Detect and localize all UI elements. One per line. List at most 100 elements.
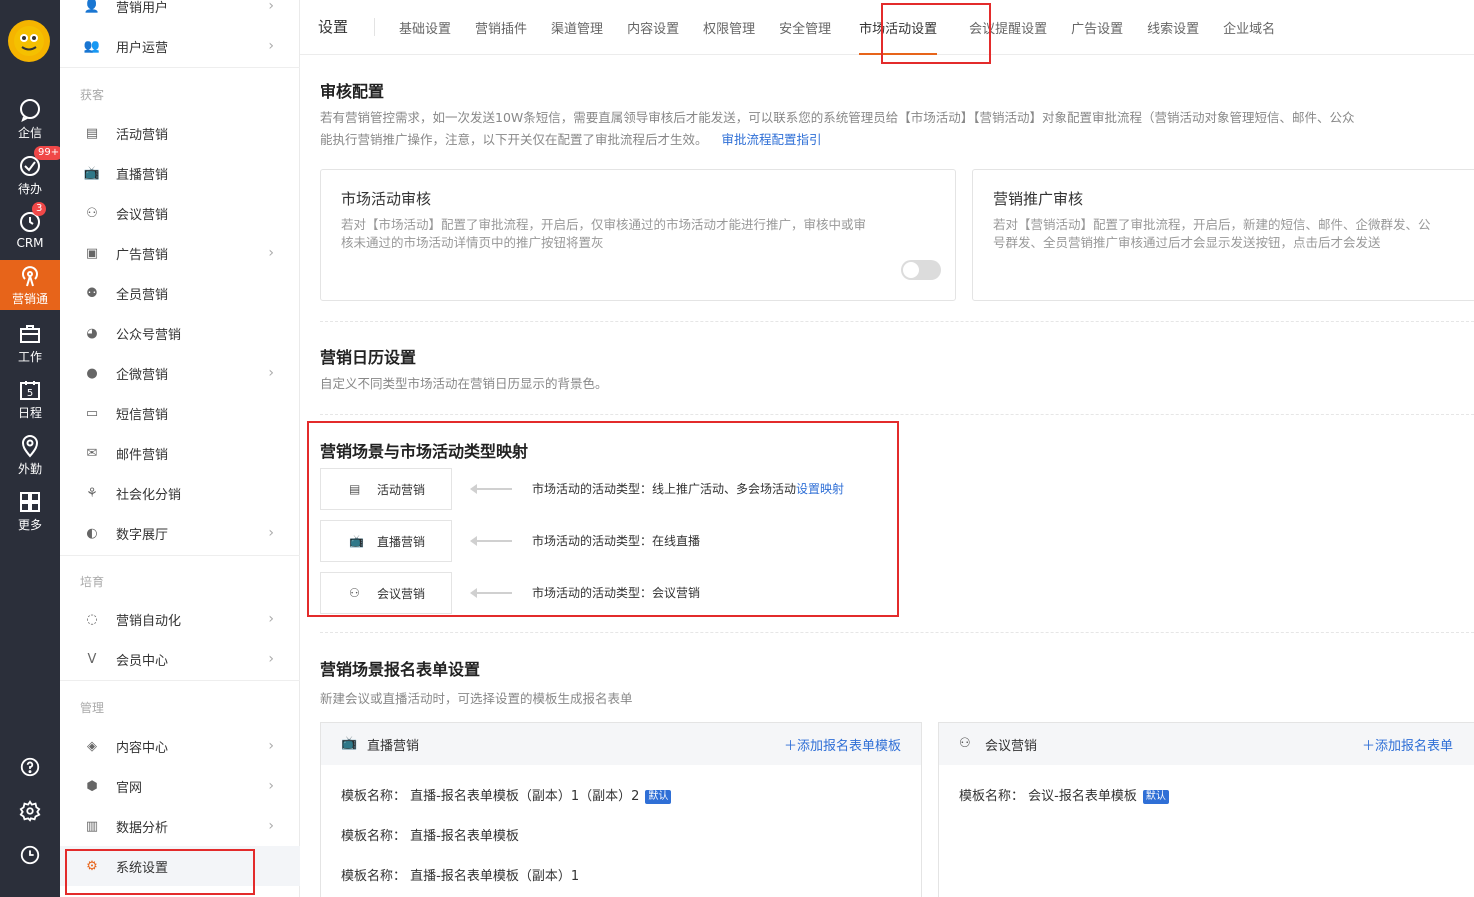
rail-item-crm[interactable]: CRM 3: [0, 202, 60, 258]
form-template-row[interactable]: 模板名称： 直播-报名表单模板（副本）1: [341, 865, 579, 884]
divider: [60, 555, 300, 556]
rail-item-more[interactable]: 更多: [0, 486, 60, 538]
sidebar-item-marketing-automation[interactable]: ◌ 营销自动化 ›: [60, 599, 300, 639]
help-icon[interactable]: [0, 756, 60, 782]
tab-content[interactable]: 内容设置: [615, 0, 691, 55]
live-tv-icon: 📺: [349, 534, 364, 548]
calendar-description: 自定义不同类型市场活动在营销日历显示的背景色。: [320, 376, 608, 391]
sidebar-item-ad-marketing[interactable]: ▣ 广告营销 ›: [60, 233, 300, 273]
group-icon: ⚉: [86, 285, 98, 301]
tab-security[interactable]: 安全管理: [767, 0, 843, 55]
card-description-line: 核未通过的市场活动详情页中的推广按钮将置灰: [341, 235, 604, 250]
sidebar-item-user-ops[interactable]: 👥 用户运营 ›: [60, 26, 300, 66]
divider: [320, 321, 1474, 322]
sidebar-item-system-settings[interactable]: ⚙ 系统设置: [60, 846, 300, 886]
sidebar-item-data-analysis[interactable]: ▥ 数据分析 ›: [60, 806, 300, 846]
tab-market-activity[interactable]: 市场活动设置: [847, 0, 949, 55]
sidebar-item-label: 用户运营: [116, 40, 169, 56]
chevron-right-icon: ›: [268, 525, 274, 541]
tab-basic[interactable]: 基础设置: [387, 0, 463, 55]
tab-leads[interactable]: 线索设置: [1135, 0, 1211, 55]
market-activity-audit-toggle[interactable]: [901, 260, 941, 280]
location-pin-icon: [21, 435, 39, 458]
tab-domain[interactable]: 企业域名: [1211, 0, 1287, 55]
user-avatar[interactable]: [8, 20, 50, 62]
sidebar-item-label: 营销用户: [116, 0, 169, 16]
sidebar-item-label: 邮件营销: [116, 447, 169, 463]
add-form-template-button[interactable]: ＋添加报名表单: [1362, 735, 1453, 754]
sidebar-item-digital-showroom[interactable]: ◐ 数字展厅 ›: [60, 513, 300, 553]
sidebar-item-sms-marketing[interactable]: ▭ 短信营销: [60, 393, 300, 433]
showroom-icon: ◐: [86, 525, 98, 541]
form-card-title: 直播营销: [367, 738, 420, 754]
sidebar-item-meeting-marketing[interactable]: ⚇ 会议营销: [60, 193, 300, 233]
divider: [60, 680, 300, 681]
rail-label: 工作: [17, 350, 42, 364]
mapping-scene-label: 会议营销: [377, 586, 426, 601]
wecom-icon: ●: [86, 365, 98, 381]
sidebar-item-social-distribution[interactable]: ⚘ 社会化分销: [60, 473, 300, 513]
rail-item-todo[interactable]: 待办 99+: [0, 146, 64, 202]
form-template-name: 模板名称： 会议-报名表单模板: [959, 789, 1137, 804]
rail-item-marketing[interactable]: 营销通: [0, 260, 60, 310]
rail-item-work[interactable]: 工作: [0, 318, 60, 370]
mapping-scene-box: ▤ 活动营销: [320, 468, 452, 510]
group-label-acquire: 获客: [80, 88, 105, 102]
mail-icon: ✉: [86, 445, 98, 461]
chevron-right-icon: ›: [268, 738, 274, 754]
section-title-mapping: 营销场景与市场活动类型映射: [320, 442, 529, 461]
form-template-row[interactable]: 模板名称： 直播-报名表单模板: [341, 825, 519, 844]
divider: [320, 632, 1474, 633]
chevron-right-icon: ›: [268, 611, 274, 627]
sidebar-item-email-marketing[interactable]: ✉ 邮件营销: [60, 433, 300, 473]
chevron-right-icon: ›: [268, 365, 274, 381]
app-rail: 企信 待办 99+ CRM 3 营销通 工作 5 日程 外勤 更多: [0, 0, 64, 897]
approval-guide-link[interactable]: 审批流程配置指引: [722, 132, 822, 147]
tab-permissions[interactable]: 权限管理: [691, 0, 767, 55]
rail-item-field[interactable]: 外勤: [0, 430, 60, 482]
card-description-line: 若对【市场活动】配置了审批流程，开启后，仅审核通过的市场活动才能进行推广，审核中…: [341, 217, 867, 232]
history-clock-icon[interactable]: [0, 844, 60, 870]
sidebar-item-wechat-oa-marketing[interactable]: ◕ 公众号营销: [60, 313, 300, 353]
document-icon: ▤: [85, 125, 99, 141]
set-mapping-link[interactable]: 设置映射: [796, 482, 844, 496]
chevron-right-icon: ›: [268, 0, 274, 14]
sidebar-item-member-center[interactable]: V 会员中心 ›: [60, 639, 300, 679]
sidebar-item-live-marketing[interactable]: 📺 直播营销: [60, 153, 300, 193]
sidebar-item-staff-marketing[interactable]: ⚉ 全员营销: [60, 273, 300, 313]
arrow-left-icon: [470, 536, 512, 546]
sidebar-item-wecom-marketing[interactable]: ● 企微营销 ›: [60, 353, 300, 393]
sidebar-item-marketing-users[interactable]: 👤 营销用户 ›: [60, 0, 300, 26]
rail-item-schedule[interactable]: 5 日程: [0, 374, 60, 426]
form-template-row[interactable]: 模板名称： 会议-报名表单模板 默认: [959, 785, 1169, 804]
sidebar-item-label: 社会化分销: [116, 487, 182, 503]
tab-meeting-reminder[interactable]: 会议提醒设置: [957, 0, 1059, 55]
add-form-template-label: 添加报名表单模板: [796, 738, 901, 754]
mapping-type-text: 市场活动的活动类型：会议营销: [532, 586, 701, 600]
rail-item-qixin[interactable]: 企信: [0, 94, 60, 146]
sidebar-item-content-center[interactable]: ◈ 内容中心 ›: [60, 726, 300, 766]
arrow-left-icon: [470, 588, 512, 598]
chevron-right-icon: ›: [268, 818, 274, 834]
tab-channels[interactable]: 渠道管理: [539, 0, 615, 55]
add-form-template-button[interactable]: ＋添加报名表单模板: [784, 735, 901, 754]
tab-plugins[interactable]: 营销插件: [463, 0, 539, 55]
sidebar-item-label: 公众号营销: [116, 327, 182, 343]
sidebar-item-website[interactable]: ⬢ 官网 ›: [60, 766, 300, 806]
sidebar-item-event-marketing[interactable]: ▤ 活动营销: [60, 113, 300, 153]
section-title-calendar: 营销日历设置: [320, 348, 417, 367]
sidebar-item-label: 广告营销: [116, 247, 169, 263]
card-title: 营销推广审核: [993, 190, 1084, 208]
mapping-scene-box: ⚇ 会议营销: [320, 572, 452, 614]
tab-ads[interactable]: 广告设置: [1059, 0, 1135, 55]
section-title-forms: 营销场景报名表单设置: [320, 660, 481, 679]
card-description: 若对【市场活动】配置了审批流程，开启后，仅审核通过的市场活动才能进行推广，审核中…: [341, 216, 866, 252]
org-tree-icon: ⚘: [86, 485, 98, 501]
meeting-icon: ⚇: [959, 736, 971, 751]
live-tv-icon: 📺: [341, 736, 358, 751]
form-template-row[interactable]: 模板名称： 直播-报名表单模板（副本）1（副本）2 默认: [341, 785, 672, 804]
settings-gear-icon[interactable]: [0, 800, 60, 826]
audit-description-2: 能执行营销推广操作，注意，以下开关仅在配置了审批流程后才生效。 审批流程配置指引: [320, 129, 1474, 150]
sidebar-item-label: 直播营销: [116, 167, 169, 183]
sidebar-item-label: 系统设置: [116, 860, 169, 876]
